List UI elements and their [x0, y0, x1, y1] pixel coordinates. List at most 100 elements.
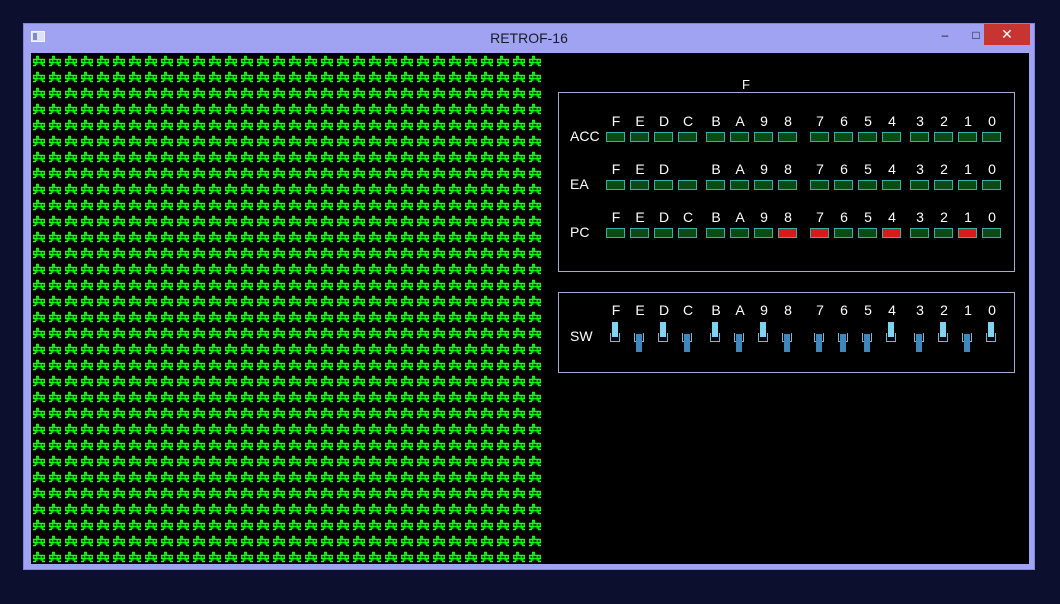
space-invader-icon [33, 167, 45, 179]
space-invader-icon [337, 119, 349, 131]
space-invader-icon [129, 455, 141, 467]
space-invader-icon [465, 135, 477, 147]
bit-label: 5 [864, 113, 872, 129]
bit-label: 7 [816, 302, 824, 318]
toggle-switch[interactable] [938, 321, 950, 353]
title-bar[interactable]: RETROF-16 – □ ✕ [24, 24, 1034, 52]
space-invader-icon [353, 151, 365, 163]
space-invader-icon [209, 199, 221, 211]
space-invader-icon [177, 55, 189, 67]
space-invader-icon [161, 439, 173, 451]
space-invader-icon [321, 519, 333, 531]
space-invader-icon [81, 151, 93, 163]
space-invader-icon [129, 519, 141, 531]
space-invader-icon [305, 439, 317, 451]
toggle-switch[interactable] [962, 321, 974, 353]
minimize-button[interactable]: – [928, 24, 962, 45]
space-invader-icon [33, 487, 45, 499]
space-invader-icon [305, 391, 317, 403]
space-invader-icon [481, 71, 493, 83]
space-invader-icon [385, 407, 397, 419]
space-invader-icon [417, 183, 429, 195]
space-invader-icon [97, 55, 109, 67]
toggle-switch[interactable] [682, 321, 694, 353]
space-invader-icon [481, 327, 493, 339]
toggle-switch[interactable] [610, 321, 622, 353]
space-invader-icon [353, 215, 365, 227]
space-invader-icon [145, 375, 157, 387]
space-invader-icon [65, 199, 77, 211]
space-invader-icon [353, 231, 365, 243]
space-invader-icon [81, 311, 93, 323]
space-invader-icon [241, 487, 253, 499]
space-invader-icon [225, 455, 237, 467]
space-invader-icon [81, 327, 93, 339]
space-invader-icon [241, 343, 253, 355]
space-invader-icon [177, 87, 189, 99]
space-invader-icon [385, 87, 397, 99]
space-invader-icon [449, 199, 461, 211]
toggle-switch[interactable] [886, 321, 898, 353]
toggle-switch[interactable] [986, 321, 998, 353]
space-invader-icon [129, 71, 141, 83]
space-invader-icon [145, 519, 157, 531]
switch-lever [660, 322, 666, 337]
space-invader-icon [449, 167, 461, 179]
close-button[interactable]: ✕ [984, 24, 1030, 45]
space-invader-icon [241, 503, 253, 515]
space-invader-icon [513, 535, 525, 547]
led-ea-bit [910, 180, 929, 190]
toggle-switch[interactable] [634, 321, 646, 353]
space-invader-icon [449, 55, 461, 67]
space-invader-icon [177, 103, 189, 115]
space-invader-icon [337, 247, 349, 259]
toggle-switch[interactable] [914, 321, 926, 353]
space-invader-icon [433, 231, 445, 243]
space-invader-icon [337, 167, 349, 179]
toggle-switch[interactable] [838, 321, 850, 353]
space-invader-icon [289, 55, 301, 67]
space-invader-icon [337, 407, 349, 419]
space-invader-icon [65, 55, 77, 67]
toggle-switch[interactable] [710, 321, 722, 353]
space-invader-icon [193, 231, 205, 243]
space-invader-icon [513, 407, 525, 419]
space-invader-icon [97, 215, 109, 227]
toggle-switch[interactable] [734, 321, 746, 353]
space-invader-icon [129, 311, 141, 323]
space-invader-icon [273, 279, 285, 291]
space-invader-icon [225, 215, 237, 227]
space-invader-icon [449, 295, 461, 307]
space-invader-icon [161, 519, 173, 531]
space-invader-icon [385, 71, 397, 83]
space-invader-icon [161, 167, 173, 179]
space-invader-icon [113, 551, 125, 563]
space-invader-icon [513, 327, 525, 339]
toggle-switch[interactable] [782, 321, 794, 353]
toggle-switch[interactable] [758, 321, 770, 353]
space-invader-icon [417, 311, 429, 323]
toggle-switch[interactable] [862, 321, 874, 353]
bit-label: B [711, 113, 721, 129]
space-invader-icon [177, 295, 189, 307]
space-invader-icon [401, 167, 413, 179]
space-invader-icon [433, 471, 445, 483]
space-invader-icon [241, 167, 253, 179]
space-invader-icon [481, 535, 493, 547]
space-invader-icon [113, 343, 125, 355]
space-invader-icon [497, 215, 509, 227]
space-invader-icon [385, 535, 397, 547]
space-invader-icon [289, 247, 301, 259]
toggle-switch[interactable] [658, 321, 670, 353]
space-invader-icon [449, 375, 461, 387]
toggle-switch[interactable] [814, 321, 826, 353]
space-invader-icon [385, 151, 397, 163]
space-invader-icon [65, 215, 77, 227]
space-invader-icon [209, 375, 221, 387]
space-invader-icon [145, 215, 157, 227]
space-invader-icon [241, 455, 253, 467]
space-invader-icon [289, 439, 301, 451]
space-invader-icon [273, 247, 285, 259]
space-invader-icon [513, 391, 525, 403]
space-invader-icon [177, 407, 189, 419]
